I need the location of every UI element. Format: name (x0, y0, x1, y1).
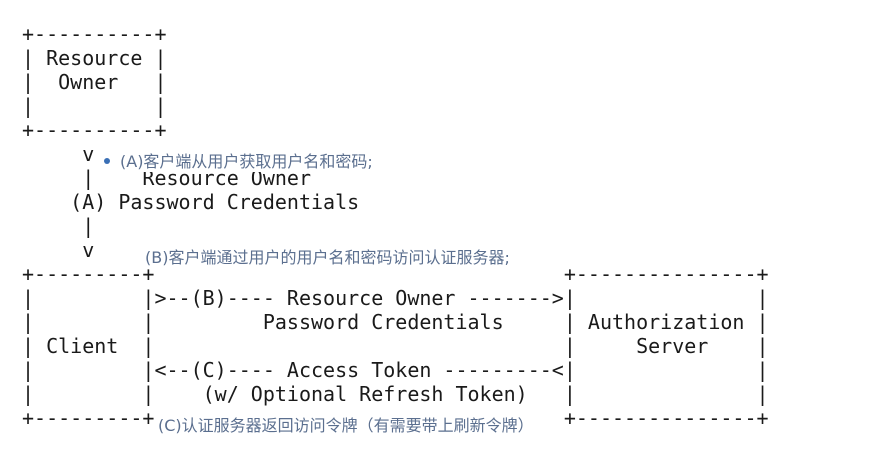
ascii-line: | Client | | Server | (22, 334, 769, 358)
ascii-line: | | (w/ Optional Refresh Token) | | (22, 382, 769, 406)
bullet-icon (104, 157, 110, 164)
note-step-a-text: (A)客户端从用户获取用户名和密码; (120, 152, 373, 171)
note-step-c-text: (C)认证服务器返回访问令牌（有需要带上刷新令牌） (158, 416, 534, 435)
ascii-line: | (22, 214, 95, 238)
note-step-c: (C)认证服务器返回访问令牌（有需要带上刷新令牌） (158, 416, 534, 436)
ascii-line: | Owner | (22, 70, 167, 94)
ascii-line: (A) Password Credentials (22, 190, 360, 214)
ascii-line: +----------+ (22, 118, 167, 142)
ascii-line: +----------+ (22, 22, 167, 46)
ascii-line: | Resource | (22, 46, 167, 70)
note-step-b: (B)客户端通过用户的用户名和密码访问认证服务器; (145, 248, 510, 268)
ascii-line: | | Password Credentials | Authorization… (22, 310, 769, 334)
ascii-line: | | (22, 94, 167, 118)
oauth-password-flow-ascii-diagram: +----------+ | Resource | | Owner | | | +---… (22, 22, 769, 430)
note-step-b-text: (B)客户端通过用户的用户名和密码访问认证服务器; (145, 248, 510, 267)
note-step-a: (A)客户端从用户获取用户名和密码; (104, 152, 373, 172)
ascii-line: | |<--(C)---- Access Token ---------<| | (22, 358, 769, 382)
ascii-line: | |>--(B)---- Resource Owner ------->| | (22, 286, 769, 310)
